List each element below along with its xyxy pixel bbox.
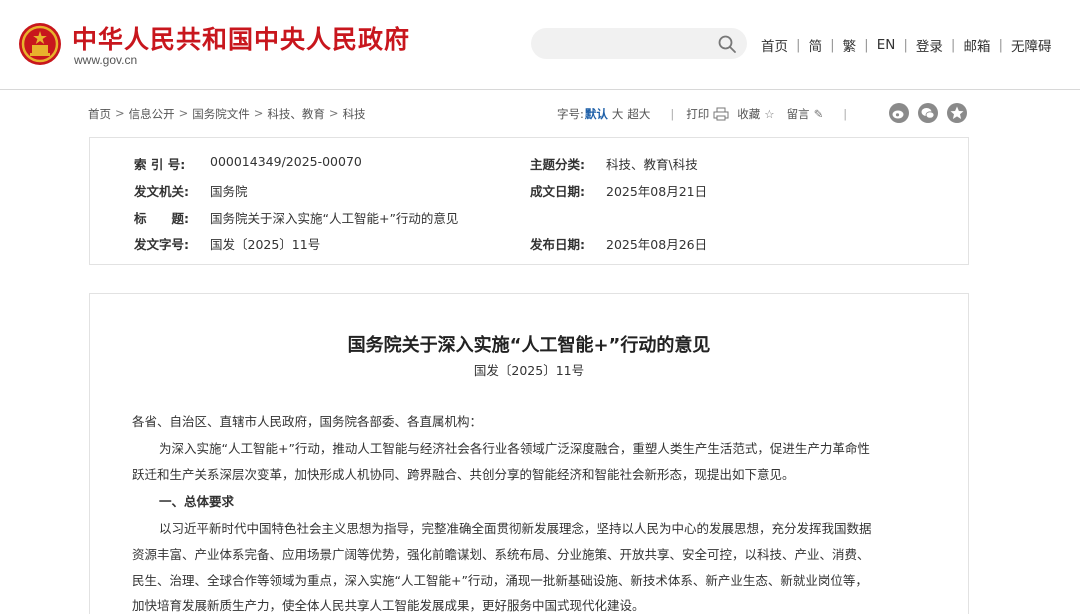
meta-label: 主题分类:	[530, 157, 585, 172]
article-title: 国务院关于深入实施“人工智能+”行动的意见	[347, 335, 711, 356]
favorite-button[interactable]: 收藏	[737, 106, 760, 122]
meta-value: 国发〔2025〕11号	[210, 237, 321, 252]
article-paragraph: 民生、治理、全球合作等领域为重点，深入实施“人工智能+”行动，涌现一批新基础设施…	[132, 573, 868, 588]
breadcrumb-arrow-icon: >	[178, 106, 189, 120]
nav-simplified-link[interactable]: 简	[809, 35, 823, 55]
site-url: www.gov.cn	[74, 53, 138, 67]
meta-written-date: 成文日期: 2025年08月21日	[530, 181, 707, 200]
nav-separator: |	[998, 37, 1004, 53]
breadcrumb-home[interactable]: 首页	[88, 106, 111, 122]
meta-index-no: 索 引 号: 000014349/2025-00070	[134, 154, 362, 173]
breadcrumb-arrow-icon: >	[328, 106, 339, 120]
nav-separator: |	[864, 37, 869, 53]
breadcrumb-science[interactable]: 科技	[343, 106, 366, 122]
breadcrumb-arrow-icon: >	[115, 106, 125, 120]
meta-category: 主题分类: 科技、教育\科技	[530, 154, 698, 173]
meta-label: 发文机关:	[134, 184, 189, 199]
pencil-icon[interactable]: ✎	[814, 107, 824, 121]
meta-value: 000014349/2025-00070	[210, 154, 362, 169]
search-icon[interactable]	[717, 34, 737, 54]
article-paragraph: 为深入实施“人工智能+”行动，推动人工智能与经济社会各行业各领域广泛深度融合，重…	[159, 441, 870, 456]
article-salutation: 各省、自治区、直辖市人民政府，国务院各部委、各直属机构：	[132, 414, 483, 429]
nav-separator: |	[830, 37, 835, 53]
printer-icon[interactable]	[713, 107, 729, 121]
meta-issuer: 发文机关: 国务院	[134, 181, 248, 200]
share-icons	[889, 103, 976, 123]
site-header: 中华人民共和国中央人民政府 www.gov.cn 首页 | 简 | 繁 | EN | 登…	[0, 0, 1080, 90]
breadcrumb-arrow-icon: >	[253, 106, 264, 120]
breadcrumb-info-public[interactable]: 信息公开	[129, 106, 175, 122]
section-heading: 一、总体要求	[159, 494, 235, 509]
article-paragraph: 跃迁和生产关系深层次变革，加快形成人机协同、跨界融合、共创分享的智能经济和智能社…	[132, 467, 795, 482]
weibo-share-icon[interactable]	[889, 103, 909, 123]
nav-separator: |	[950, 37, 956, 53]
font-size-large[interactable]: 大	[612, 106, 624, 122]
breadcrumb-state-council-docs[interactable]: 国务院文件	[192, 106, 250, 122]
top-nav: 首页 | 简 | 繁 | EN | 登录 | 邮箱 | 无障碍	[761, 35, 1052, 55]
meta-publish-date: 发布日期: 2025年08月26日	[530, 234, 707, 253]
font-size-label: 字号:	[557, 107, 584, 121]
tools-separator: |	[670, 107, 675, 121]
meta-value: 2025年08月21日	[606, 184, 708, 199]
meta-label: 发布日期:	[530, 237, 585, 252]
star-icon[interactable]: ☆	[764, 107, 774, 121]
meta-label: 发文字号:	[134, 237, 189, 252]
print-button[interactable]: 打印	[686, 106, 709, 122]
font-size-default[interactable]: 默认	[585, 106, 608, 122]
qzone-share-icon[interactable]	[947, 103, 967, 123]
nav-traditional-link[interactable]: 繁	[843, 35, 857, 55]
comment-button[interactable]: 留言	[787, 106, 810, 122]
meta-value: 国务院关于深入实施“人工智能+”行动的意见	[210, 211, 459, 226]
nav-separator: |	[903, 37, 908, 53]
meta-label: 成文日期:	[530, 184, 585, 199]
national-emblem-icon[interactable]	[18, 22, 62, 66]
meta-value: 2025年08月26日	[606, 237, 708, 252]
nav-separator: |	[796, 37, 801, 53]
meta-title: 标 题: 国务院关于深入实施“人工智能+”行动的意见	[134, 208, 458, 227]
meta-doc-no: 发文字号: 国发〔2025〕11号	[134, 234, 320, 253]
nav-english-link[interactable]: EN	[877, 37, 896, 53]
meta-label: 索 引 号:	[134, 157, 186, 172]
nav-login-link[interactable]: 登录	[916, 35, 943, 55]
meta-value: 国务院	[210, 184, 248, 199]
breadcrumb-sci-edu[interactable]: 科技、教育	[267, 106, 325, 122]
article-tools: 字号: 默认 大 超大 | 打印 收藏 ☆ 留言 ✎ |	[557, 106, 859, 122]
site-name[interactable]: 中华人民共和国中央人民政府	[72, 20, 410, 56]
meta-value: 科技、教育\科技	[606, 157, 698, 172]
wechat-share-icon[interactable]	[918, 103, 938, 123]
font-size-xlarge[interactable]: 超大	[627, 106, 650, 122]
nav-accessibility-link[interactable]: 无障碍	[1011, 35, 1052, 55]
article-paragraph: 加快培育发展新质生产力，使全体人民共享人工智能发展成果，更好服务中国式现代化建设…	[132, 598, 645, 613]
tools-separator: |	[843, 107, 848, 121]
article-paragraph: 以习近平新时代中国特色社会主义思想为指导，完整准确全面贯彻新发展理念，坚持以人民…	[159, 521, 872, 536]
article-doc-no: 国发〔2025〕11号	[473, 363, 585, 378]
nav-home-link[interactable]: 首页	[761, 35, 788, 55]
nav-mail-link[interactable]: 邮箱	[963, 35, 990, 55]
header-divider	[0, 89, 1080, 90]
meta-label: 标 题:	[134, 211, 189, 226]
breadcrumb: 首页 > 信息公开 > 国务院文件 > 科技、教育 > 科技	[88, 106, 366, 122]
article-paragraph: 资源丰富、产业体系完备、应用场景广阔等优势，强化前瞻谋划、系统布局、分业施策、开…	[132, 547, 870, 562]
search-input[interactable]	[531, 28, 747, 59]
document-meta-panel: 索 引 号: 000014349/2025-00070 主题分类: 科技、教育\…	[89, 137, 969, 265]
